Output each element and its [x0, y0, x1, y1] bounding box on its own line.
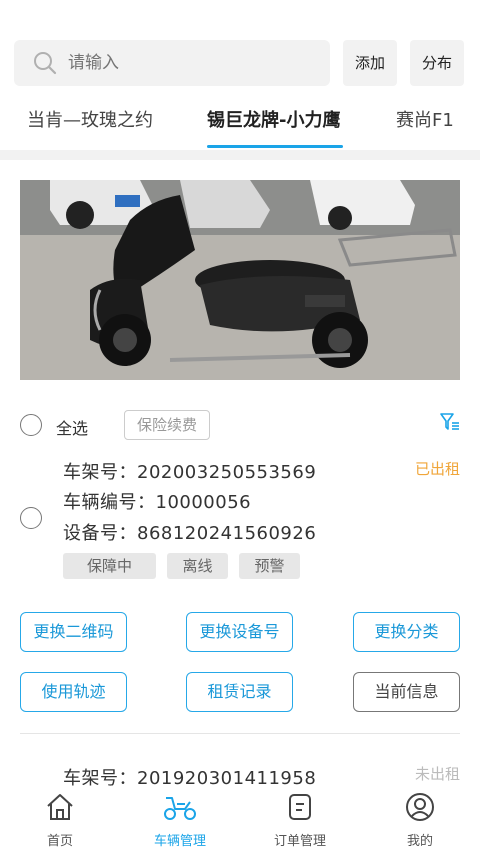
tab-xijulong[interactable]: 锡巨龙牌-小力鹰 [207, 106, 340, 132]
change-qrcode-button[interactable]: 更换二维码 [20, 612, 127, 652]
usage-track-button[interactable]: 使用轨迹 [20, 672, 127, 712]
bottom-nav: 首页 车辆管理 订单管理 我的 [0, 786, 480, 853]
nav-label: 首页 [46, 834, 73, 849]
filter-icon[interactable] [439, 411, 461, 433]
status-badge: 已出租 [414, 460, 460, 478]
profile-icon [406, 793, 434, 821]
change-category-button[interactable]: 更换分类 [353, 612, 460, 652]
nav-mine[interactable]: 我的 [360, 786, 480, 853]
tag-insured: 保障中 [63, 553, 156, 579]
nav-label: 车辆管理 [153, 834, 206, 849]
search-box[interactable] [14, 40, 330, 86]
add-button[interactable]: 添加 [343, 40, 397, 86]
tab-saishang[interactable]: 赛尚F1 [396, 106, 454, 132]
nav-label: 订单管理 [273, 834, 326, 849]
vehicle-select-radio[interactable] [20, 507, 42, 529]
brand-tabs: 当肯—玫瑰之约 锡巨龙牌-小力鹰 赛尚F1 [0, 96, 480, 150]
search-icon [34, 52, 57, 75]
nav-order-management[interactable]: 订单管理 [240, 786, 360, 853]
nav-home[interactable]: 首页 [0, 786, 120, 853]
select-all-label: 全选 [56, 419, 89, 438]
order-icon [289, 794, 311, 820]
vehicle-number: 车辆编号：10000056 [63, 492, 252, 513]
tag-warning: 预警 [239, 553, 300, 579]
section-divider [0, 150, 480, 160]
frame-number: 车架号：202003250553569 [63, 462, 317, 483]
nav-label: 我的 [406, 834, 433, 849]
insurance-renewal-button[interactable]: 保险续费 [124, 410, 210, 440]
current-info-button[interactable]: 当前信息 [353, 672, 460, 712]
rental-record-button[interactable]: 租赁记录 [186, 672, 293, 712]
active-tab-indicator [207, 145, 343, 148]
tab-dangken[interactable]: 当肯—玫瑰之约 [27, 106, 153, 132]
select-all-radio[interactable] [20, 414, 42, 436]
tag-offline: 离线 [167, 553, 228, 579]
vehicle-photo [20, 180, 460, 380]
device-number: 设备号：868120241560926 [63, 523, 317, 544]
search-row: 添加 分布 [14, 40, 464, 86]
nav-vehicle-management[interactable]: 车辆管理 [120, 786, 240, 853]
card-separator [20, 733, 460, 734]
distribute-button[interactable]: 分布 [410, 40, 464, 86]
change-device-button[interactable]: 更换设备号 [186, 612, 293, 652]
home-icon [47, 794, 73, 820]
search-input[interactable] [68, 40, 318, 86]
status-badge: 未出租 [414, 765, 460, 783]
scooter-icon [164, 797, 196, 820]
